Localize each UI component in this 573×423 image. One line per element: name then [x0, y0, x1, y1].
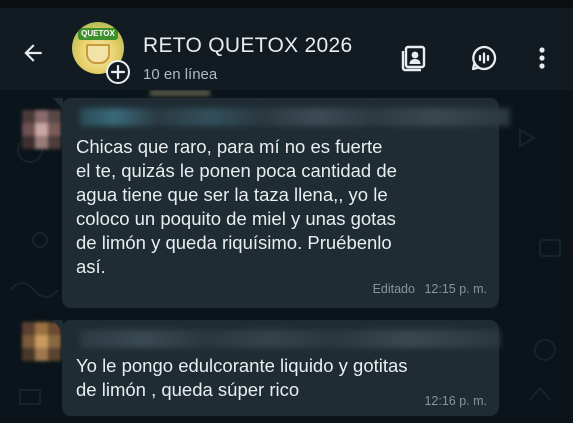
- sender-name-redacted: [80, 330, 500, 348]
- status-bar-edge: [0, 0, 573, 8]
- arrow-left-icon: [24, 44, 42, 62]
- edited-label: Editado: [372, 282, 415, 296]
- message-time: 12:15 p. m.: [424, 282, 487, 296]
- previous-message-edge: [150, 90, 210, 96]
- add-participant-badge[interactable]: [106, 60, 130, 84]
- online-count: 10 en línea: [143, 66, 218, 83]
- message-text: Chicas que raro, para mí no es fuerte el…: [76, 136, 397, 277]
- group-avatar-button[interactable]: QUETOX: [72, 22, 132, 84]
- sender-avatar[interactable]: [22, 110, 62, 150]
- plus-icon: [111, 65, 125, 79]
- back-button[interactable]: [18, 38, 48, 68]
- voice-chat-icon: [471, 45, 497, 71]
- message-bubble[interactable]: Yo le pongo edulcorante liquido y gotita…: [53, 320, 500, 416]
- avatar-logo-text: QUETOX: [78, 28, 118, 40]
- sender-name-redacted: [80, 108, 510, 126]
- message-list[interactable]: Chicas que raro, para mí no es fuerte el…: [0, 90, 573, 423]
- message-bubble[interactable]: Chicas que raro, para mí no es fuerte el…: [53, 98, 510, 308]
- more-options-button[interactable]: [526, 42, 558, 74]
- group-title[interactable]: RETO QUETOX 2026: [143, 34, 352, 58]
- contact-card-icon: [401, 45, 426, 72]
- voice-chat-button[interactable]: [468, 42, 500, 74]
- message-time: 12:16 p. m.: [424, 394, 487, 408]
- message-meta: Editado 12:15 p. m.: [373, 282, 487, 296]
- message-meta: 12:16 p. m.: [424, 394, 487, 408]
- more-vertical-icon: [539, 47, 545, 69]
- contact-card-button[interactable]: [398, 42, 430, 74]
- tea-cup-image: [86, 44, 110, 64]
- chat-header: QUETOX RETO QUETOX 2026 10 en línea: [0, 8, 573, 90]
